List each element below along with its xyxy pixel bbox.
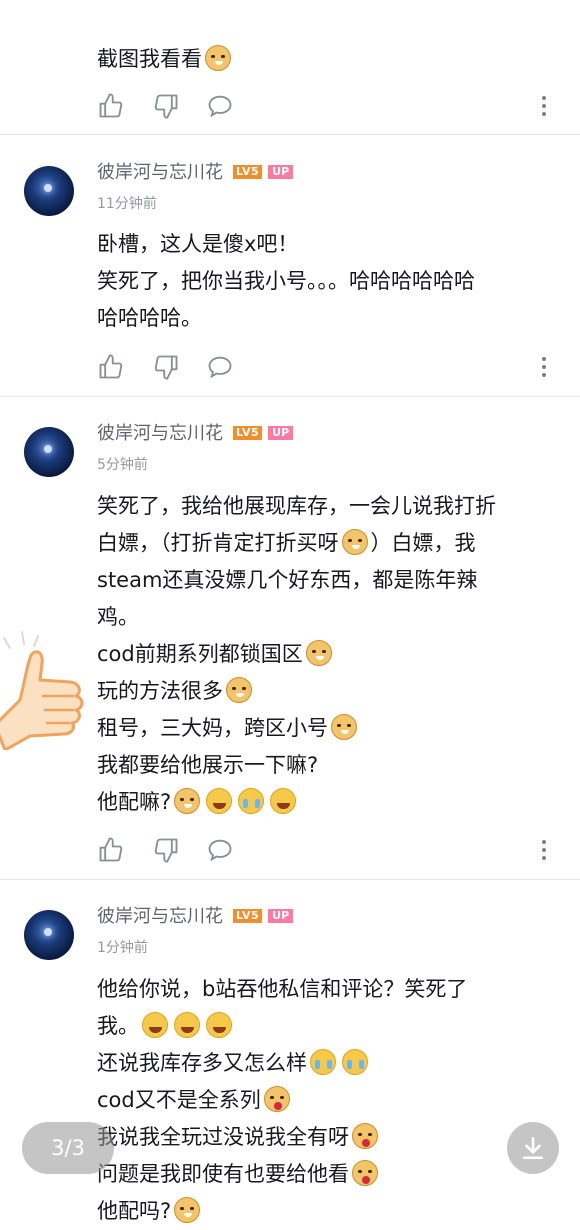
- username[interactable]: 彼岸河与忘川花 LV5 UP: [97, 419, 294, 445]
- up-badge: UP: [268, 909, 294, 923]
- comment-line: 白嫖，（打折肯定打折买呀 ）白嫖，我: [97, 529, 476, 555]
- comment-line: 笑死了，我给他展现库存，一会儿说我打折: [97, 494, 496, 518]
- thumbs-up-hand-icon: [0, 631, 84, 750]
- comment-actions: [97, 92, 560, 122]
- doge-emoji-icon: [341, 529, 368, 555]
- comment-text: 卧槽，这人是傻x吧！ 笑死了，把你当我小号。。。哈哈哈哈哈哈 哈哈哈哈。: [97, 226, 558, 337]
- doge-rose-emoji-icon: [352, 1160, 378, 1186]
- comment-line: cod前期系列都锁国区: [97, 636, 558, 673]
- comment-text: 截图我看看: [97, 41, 558, 78]
- more-options-button[interactable]: [540, 355, 548, 379]
- comment-bubble-icon: [208, 356, 232, 379]
- giggle-emoji-icon: [142, 1012, 168, 1038]
- doge-rose-emoji-icon: [263, 1086, 290, 1112]
- download-icon: [523, 1136, 543, 1160]
- level-badge: LV5: [233, 426, 263, 440]
- page-indicator: 3/3: [22, 1122, 114, 1174]
- username[interactable]: 彼岸河与忘川花 LV5 UP: [97, 902, 294, 928]
- divider: [0, 879, 580, 880]
- comment-time: 1分钟前: [97, 940, 148, 956]
- giggle-emoji-icon: [206, 1012, 232, 1038]
- doge-emoji-icon: [305, 640, 332, 666]
- comment-line: 哈哈哈哈。: [97, 306, 202, 330]
- doge-emoji-icon: [226, 677, 252, 703]
- comment-line: 卧槽，这人是傻x吧！: [97, 232, 299, 256]
- more-options-button[interactable]: [540, 838, 548, 862]
- giggle-emoji-icon: [206, 788, 233, 814]
- like-button[interactable]: [97, 836, 125, 864]
- avatar[interactable]: [24, 910, 74, 960]
- reply-button[interactable]: [206, 92, 234, 120]
- comment-line: 问题是我即使有也要给他看: [97, 1156, 558, 1193]
- giggle-emoji-icon: [174, 1012, 200, 1038]
- up-badge: UP: [268, 426, 294, 440]
- tears-of-joy-emoji-icon: [310, 1049, 336, 1075]
- doge-emoji-icon: [331, 714, 357, 740]
- comment-text: 他给你说，b站吞他私信和评论？笑死了 我。 还说我库存多又怎么样 cod又不是全…: [97, 971, 558, 1230]
- divider: [0, 396, 580, 397]
- level-badge: LV5: [233, 909, 263, 923]
- comment-time: 5分钟前: [97, 457, 148, 473]
- thumbs-up-icon: [99, 93, 123, 118]
- comment-line: 鸡。: [97, 605, 139, 629]
- comment-bubble-icon: [208, 95, 232, 118]
- thumbs-down-icon: [154, 355, 178, 380]
- reply-button[interactable]: [206, 836, 234, 864]
- comment-actions: [97, 836, 560, 866]
- comment-line: 笑死了，把你当我小号。。。哈哈哈哈哈哈: [97, 269, 475, 293]
- divider: [0, 134, 580, 135]
- comment-time: 11分钟前: [97, 196, 157, 212]
- thumbs-down-icon: [154, 838, 178, 863]
- comment-line: 玩的方法很多: [97, 673, 558, 710]
- thumbs-down-icon: [154, 94, 178, 119]
- comment-line: 还说我库存多又怎么样: [97, 1045, 558, 1082]
- avatar[interactable]: [24, 166, 74, 216]
- level-badge: LV5: [233, 165, 263, 179]
- dislike-button[interactable]: [152, 92, 180, 120]
- comment-bubble-icon: [208, 839, 232, 862]
- crying-emoji-icon: [238, 788, 265, 814]
- reply-button[interactable]: [206, 353, 234, 381]
- avatar[interactable]: [24, 427, 74, 477]
- thumbs-up-icon: [99, 837, 123, 862]
- doge-rose-emoji-icon: [352, 1123, 378, 1149]
- comment-text: 笑死了，我给他展现库存，一会儿说我打折 白嫖，（打折肯定打折买呀 ）白嫖，我 st…: [97, 488, 558, 821]
- thumbs-up-icon: [99, 354, 123, 379]
- like-button[interactable]: [97, 353, 125, 381]
- doge-emoji-icon: [174, 1197, 201, 1223]
- up-badge: UP: [268, 165, 294, 179]
- like-button[interactable]: [97, 92, 125, 120]
- comment-line: 他配嘛?: [97, 784, 558, 821]
- dislike-button[interactable]: [152, 353, 180, 381]
- comment-line: steam还真没嫖几个好东西，都是陈年辣: [97, 568, 478, 592]
- download-button[interactable]: [507, 1122, 559, 1174]
- tears-of-joy-emoji-icon: [342, 1049, 368, 1075]
- doge-emoji-icon: [174, 788, 201, 814]
- comment-line: 他给你说，b站吞他私信和评论？笑死了: [97, 977, 468, 1001]
- comment-line: 截图我看看: [97, 47, 202, 71]
- doge-emoji-icon: [205, 45, 231, 71]
- comment-line: 他配吗?: [97, 1193, 558, 1230]
- comment-line: 我都要给他展示一下嘛?: [97, 753, 319, 777]
- dislike-button[interactable]: [152, 836, 180, 864]
- username[interactable]: 彼岸河与忘川花 LV5 UP: [97, 158, 294, 184]
- comment-actions: [97, 353, 560, 383]
- more-options-button[interactable]: [540, 94, 548, 118]
- comment-line: 我。: [97, 1008, 558, 1045]
- comment-line: 租号，三大妈，跨区小号: [97, 710, 558, 747]
- comment-line: cod又不是全系列: [97, 1082, 558, 1119]
- comment-line: 我说我全玩过没说我全有呀: [97, 1119, 558, 1156]
- giggle-emoji-icon: [270, 788, 297, 814]
